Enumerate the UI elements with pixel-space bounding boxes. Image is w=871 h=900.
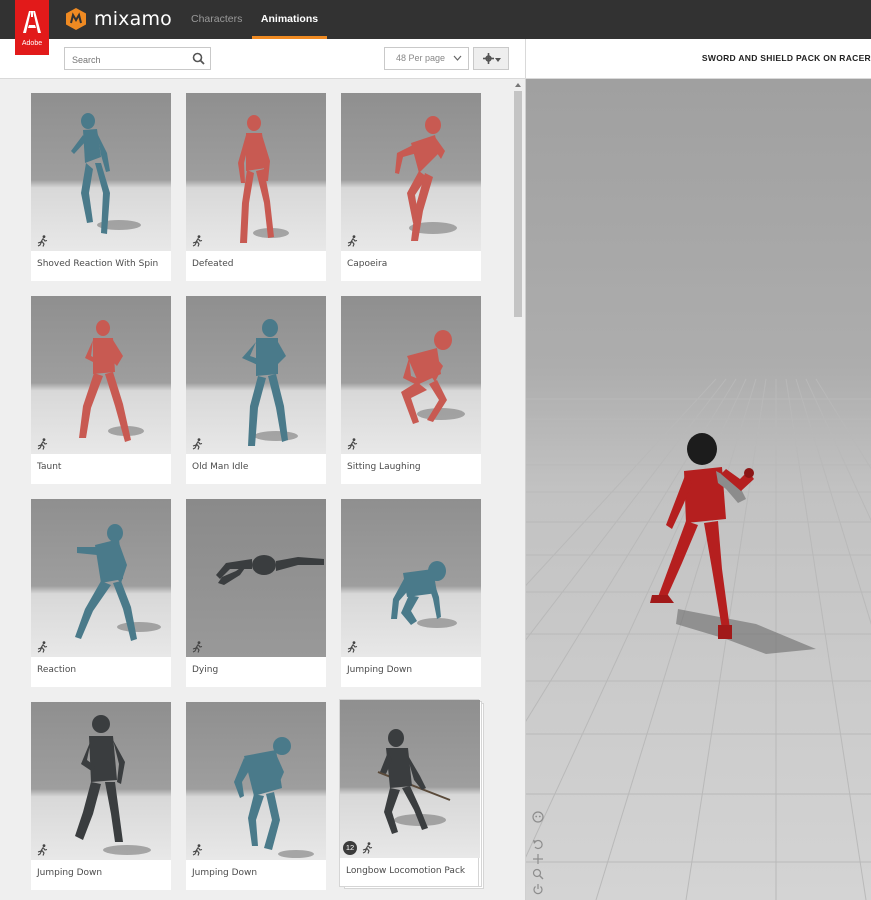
pan-icon[interactable] — [532, 853, 544, 865]
search-icon[interactable] — [192, 52, 205, 65]
animation-thumbnail — [341, 499, 481, 657]
tab-animations[interactable]: Animations — [252, 0, 327, 39]
animation-name: Longbow Locomotion Pack — [346, 866, 466, 876]
running-figure-icon — [347, 438, 358, 450]
animation-name: Jumping Down — [37, 868, 103, 878]
scroll-thumb[interactable] — [514, 91, 522, 317]
animation-thumbnail: 12 — [340, 700, 480, 858]
animation-card[interactable]: Jumping Down — [341, 499, 481, 687]
animation-name: Capoeira — [347, 259, 388, 269]
running-figure-icon — [192, 641, 203, 653]
animation-card[interactable]: Reaction — [31, 499, 171, 687]
racer-figure — [650, 433, 754, 639]
viewer-floor-grid — [526, 378, 871, 900]
power-icon[interactable] — [532, 883, 544, 895]
animation-card[interactable]: Defeated — [186, 93, 326, 281]
animation-name: Reaction — [37, 665, 77, 675]
running-figure-icon — [192, 235, 203, 247]
animation-thumbnail — [31, 93, 171, 251]
blue-figure-icon — [71, 113, 141, 234]
mixamo-logo[interactable]: mixamo — [64, 7, 172, 31]
animation-name: Old Man Idle — [192, 462, 249, 472]
viewer-header: SWORD AND SHIELD PACK ON RACER — [525, 39, 871, 79]
running-figure-icon — [37, 438, 48, 450]
animation-card[interactable]: Shoved Reaction With Spin — [31, 93, 171, 281]
running-figure-icon — [192, 438, 203, 450]
adobe-label: Adobe — [21, 40, 43, 47]
settings-button[interactable] — [473, 47, 509, 70]
scroll-up-arrow[interactable] — [515, 83, 521, 87]
caret-down-icon — [495, 58, 501, 62]
animation-pack-card[interactable]: 12 Longbow Locomotion Pack — [339, 699, 480, 887]
animation-name: Dying — [192, 665, 219, 675]
dark-figure-icon — [377, 729, 451, 834]
character-head-icon[interactable] — [532, 811, 544, 823]
animation-name: Jumping Down — [347, 665, 413, 675]
viewer-title: SWORD AND SHIELD PACK ON RACER — [701, 53, 871, 63]
mixamo-hex-icon — [66, 8, 86, 30]
blue-figure-icon — [234, 737, 314, 858]
chevron-down-icon — [453, 55, 462, 61]
gear-icon — [483, 53, 494, 64]
dark-figure-icon — [75, 715, 151, 855]
animation-name: Jumping Down — [192, 868, 258, 878]
animation-card[interactable]: Taunt — [31, 296, 171, 484]
character-viewer[interactable] — [525, 79, 871, 900]
animation-thumbnail — [31, 296, 171, 454]
adobe-logo[interactable]: Adobe — [15, 0, 49, 55]
top-bar: mixamo Characters Animations — [0, 0, 871, 39]
animation-thumbnail — [31, 499, 171, 657]
brand-name: mixamo — [94, 8, 173, 30]
running-figure-icon — [37, 235, 48, 247]
running-figure-icon — [37, 641, 48, 653]
animation-card[interactable]: Jumping Down — [31, 702, 171, 890]
running-figure-icon — [347, 641, 358, 653]
running-figure-icon — [347, 235, 358, 247]
zoom-icon[interactable] — [532, 868, 544, 880]
dark-figure-icon — [216, 555, 324, 585]
search-input[interactable] — [65, 49, 185, 71]
per-page-select[interactable]: 48 Per page — [384, 47, 469, 70]
animation-card[interactable]: Capoeira — [341, 93, 481, 281]
animation-card[interactable]: Sitting Laughing — [341, 296, 481, 484]
red-figure-icon — [79, 320, 144, 442]
animation-name: Shoved Reaction With Spin — [37, 259, 159, 269]
animation-card[interactable]: Old Man Idle — [186, 296, 326, 484]
animation-card[interactable]: Dying — [186, 499, 326, 687]
running-figure-icon — [37, 844, 48, 856]
animation-thumbnail — [31, 702, 171, 860]
running-figure-icon — [362, 842, 373, 854]
blue-figure-icon — [75, 524, 161, 641]
animation-thumbnail — [341, 296, 481, 454]
search-box[interactable] — [64, 47, 211, 71]
tab-characters[interactable]: Characters — [191, 0, 242, 39]
tab-animations-label: Animations — [260, 13, 319, 25]
grid-scrollbar[interactable] — [512, 79, 524, 900]
animation-name: Sitting Laughing — [347, 462, 421, 472]
blue-figure-icon — [242, 319, 298, 446]
animation-thumbnail — [186, 93, 326, 251]
browse-toolbar: 48 Per page — [0, 39, 525, 79]
animation-thumbnail — [341, 93, 481, 251]
red-figure-icon — [395, 116, 457, 241]
red-figure-icon — [401, 330, 465, 424]
running-figure-icon — [192, 844, 203, 856]
animation-name: Defeated — [192, 259, 234, 269]
animation-name: Taunt — [37, 462, 62, 472]
blue-figure-icon — [391, 561, 457, 628]
rotate-icon[interactable] — [532, 838, 544, 850]
viewer-tools — [532, 811, 544, 898]
animation-thumbnail — [186, 702, 326, 860]
animation-card[interactable]: Jumping Down — [186, 702, 326, 890]
per-page-value: 48 Per page — [396, 53, 446, 63]
adobe-a-icon — [23, 11, 41, 33]
animation-thumbnail — [186, 499, 326, 657]
animation-thumbnail — [186, 296, 326, 454]
red-figure-icon — [238, 115, 289, 243]
pack-count-badge: 12 — [343, 841, 357, 855]
